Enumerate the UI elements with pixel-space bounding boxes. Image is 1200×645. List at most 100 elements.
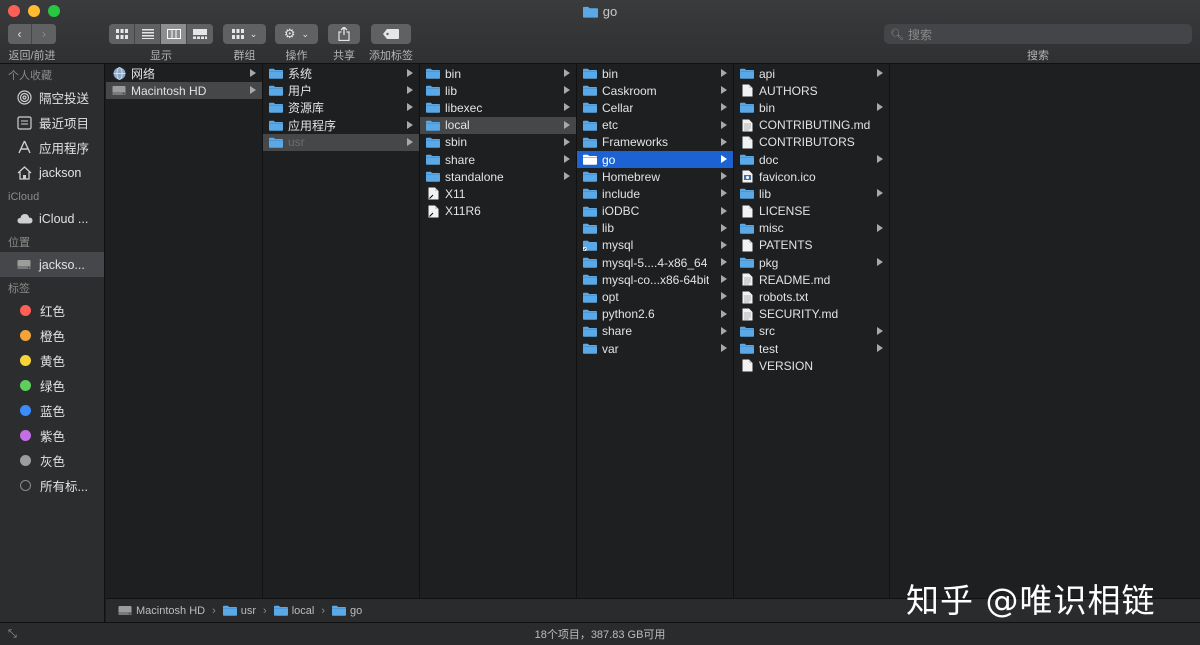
list-item[interactable]: doc [734, 151, 889, 168]
list-item-label: misc [759, 221, 784, 236]
list-item[interactable]: PATENTS [734, 237, 889, 254]
sidebar-item-icloud-0[interactable]: iCloud ... [0, 206, 104, 231]
list-item[interactable]: standalone [420, 168, 576, 185]
list-item[interactable]: bin [420, 65, 576, 82]
list-item[interactable]: libexec [420, 99, 576, 116]
list-item[interactable]: Macintosh HD [106, 82, 262, 100]
disk-icon [112, 85, 126, 97]
list-item[interactable]: include [577, 185, 733, 202]
list-item[interactable]: etc [577, 117, 733, 134]
list-item[interactable]: misc [734, 220, 889, 237]
column-view-button[interactable] [161, 24, 187, 44]
sidebar-item-tag-3[interactable]: 绿色 [0, 373, 104, 398]
list-item[interactable]: mysql-co...x86-64bit [577, 271, 733, 288]
list-item[interactable]: README.md [734, 271, 889, 288]
list-item[interactable]: src [734, 323, 889, 340]
list-item-label: 资源库 [288, 101, 325, 116]
share-button[interactable] [328, 24, 360, 44]
disclosure-arrow-icon [877, 258, 883, 267]
list-item[interactable]: 用户 [263, 82, 419, 99]
path-segment[interactable]: local [273, 605, 314, 617]
list-item[interactable]: Caskroom [577, 82, 733, 99]
list-item[interactable]: X11 [420, 185, 576, 202]
sidebar-item-tag-0[interactable]: 红色 [0, 298, 104, 323]
column-2[interactable]: 系统 用户资源库 应用程序 usr [263, 64, 420, 598]
chevron-down-icon: ⌄ [301, 28, 310, 39]
list-item[interactable]: lib [577, 220, 733, 237]
resize-icon[interactable]: ⤡ [8, 628, 17, 641]
list-item[interactable]: share [577, 323, 733, 340]
list-item[interactable]: pkg [734, 254, 889, 271]
list-item[interactable]: lib [734, 185, 889, 202]
list-item[interactable]: favicon.ico [734, 168, 889, 185]
column-1[interactable]: 网络 Macintosh HD [106, 64, 263, 598]
list-item[interactable]: CONTRIBUTING.md [734, 117, 889, 134]
list-item[interactable]: local [420, 116, 576, 134]
list-item[interactable]: bin [734, 99, 889, 116]
sidebar-item-tag-4[interactable]: 蓝色 [0, 398, 104, 423]
list-view-button[interactable] [135, 24, 161, 44]
list-item[interactable]: X11R6 [420, 203, 576, 220]
list-item[interactable]: sbin [420, 134, 576, 151]
list-item[interactable]: 网络 [106, 65, 262, 82]
list-item[interactable]: share [420, 151, 576, 168]
folder-icon [740, 325, 754, 337]
list-item[interactable]: CONTRIBUTORS [734, 134, 889, 151]
back-button[interactable]: ‹ [8, 24, 32, 44]
sidebar-item-fav-3[interactable]: jackson [0, 160, 104, 185]
group-grid-icon [231, 29, 244, 39]
column-4[interactable]: bin Caskroom Cellar etc Frameworks go Homebrew… [577, 64, 734, 598]
sidebar-item-loc-0[interactable]: jackso... [0, 252, 104, 277]
list-item[interactable]: robots.txt [734, 288, 889, 305]
list-item[interactable]: AUTHORS [734, 82, 889, 99]
sidebar-item-tag-2[interactable]: 黄色 [0, 348, 104, 373]
list-item-label: robots.txt [759, 290, 809, 305]
list-item-label: doc [759, 152, 779, 167]
disclosure-arrow-icon [407, 137, 413, 146]
list-item[interactable]: SECURITY.md [734, 306, 889, 323]
list-item[interactable]: bin [577, 65, 733, 82]
list-item[interactable]: go [577, 150, 733, 169]
list-item[interactable]: opt [577, 288, 733, 305]
list-item[interactable]: test [734, 340, 889, 357]
path-segment[interactable]: go [332, 605, 362, 617]
list-item-label: include [602, 186, 641, 201]
list-item[interactable]: Homebrew [577, 168, 733, 185]
forward-button[interactable]: › [32, 24, 56, 44]
sidebar-item-tag-1[interactable]: 橙色 [0, 323, 104, 348]
column-6[interactable] [890, 64, 1200, 598]
nav-label: 返回/前进 [8, 50, 56, 62]
sidebar-item-tag-5[interactable]: 紫色 [0, 423, 104, 448]
sidebar-item-tag-6[interactable]: 灰色 [0, 448, 104, 473]
list-item[interactable]: mysql-5....4-x86_64 [577, 254, 733, 271]
list-item[interactable]: api [734, 65, 889, 82]
column-5[interactable]: api AUTHORS bin CONTRIBUTING.md CONTRIBUTORS… [734, 64, 890, 598]
sidebar-item-tag-7[interactable]: 所有标... [0, 473, 104, 498]
sidebar-item-fav-2[interactable]: 应用程序 [0, 135, 104, 160]
list-item[interactable]: Cellar [577, 99, 733, 116]
list-item[interactable]: iODBC [577, 203, 733, 220]
list-item[interactable]: lib [420, 82, 576, 99]
list-item[interactable]: usr [263, 133, 419, 151]
sidebar-item-fav-0[interactable]: 隔空投送 [0, 85, 104, 110]
list-item[interactable]: LICENSE [734, 203, 889, 220]
action-button[interactable]: ⚙ ⌄ [275, 24, 318, 44]
column-3[interactable]: bin lib libexec local sbin share standalone X11… [420, 64, 577, 598]
gallery-view-button[interactable] [187, 24, 213, 44]
list-item[interactable]: 系统 [263, 65, 419, 82]
list-item[interactable]: 资源库 [263, 99, 419, 116]
list-item[interactable]: VERSION [734, 357, 889, 374]
list-item[interactable]: var [577, 340, 733, 357]
path-segment[interactable]: usr [222, 605, 256, 617]
list-item-label: share [445, 152, 476, 167]
sidebar-item-fav-1[interactable]: 最近项目 [0, 110, 104, 135]
list-item[interactable]: python2.6 [577, 306, 733, 323]
search-field[interactable]: 🔍︎ 搜索 [884, 24, 1192, 44]
list-item[interactable]: 应用程序 [263, 117, 419, 134]
add-tag-button[interactable] [371, 24, 411, 44]
path-segment[interactable]: Macintosh HD [118, 605, 205, 617]
list-item[interactable]: Frameworks [577, 134, 733, 151]
list-item[interactable]: mysql [577, 237, 733, 254]
group-button[interactable]: ⌄ [223, 24, 266, 44]
icon-view-button[interactable] [109, 24, 135, 44]
